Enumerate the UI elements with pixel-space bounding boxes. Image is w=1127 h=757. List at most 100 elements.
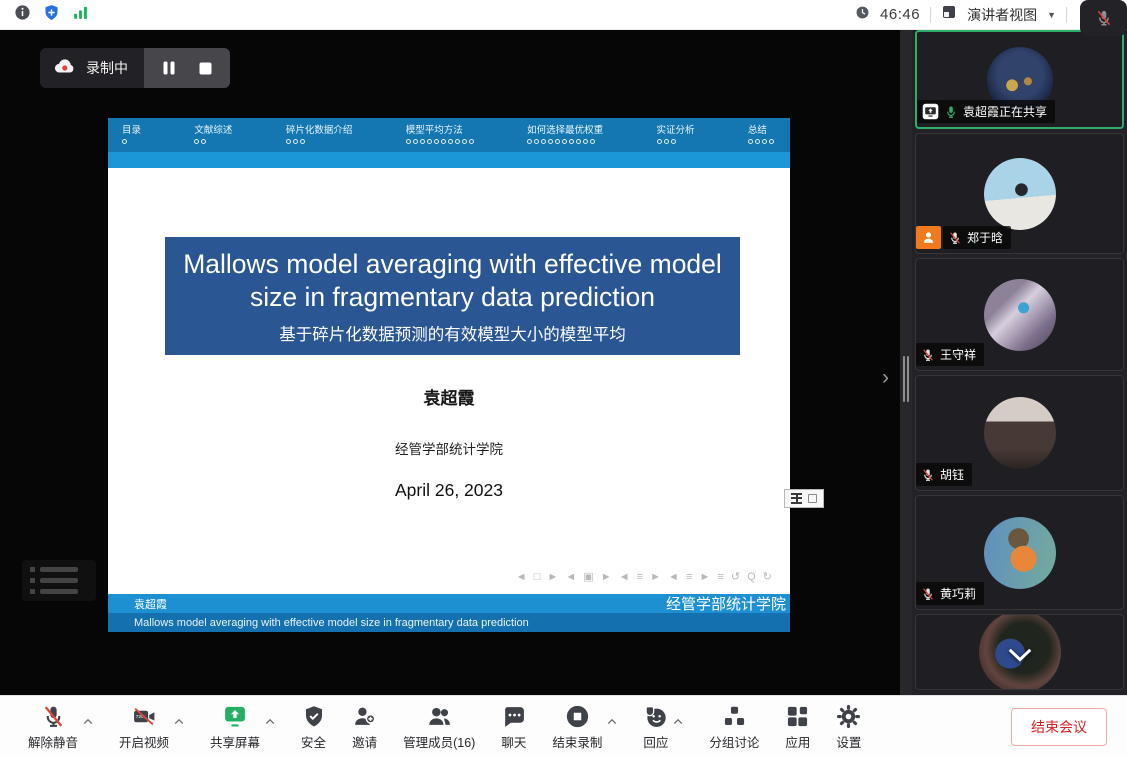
participant-tile[interactable]: 郑于晗 (915, 133, 1124, 254)
mic-on-icon (944, 105, 958, 119)
collapse-sidebar-chevron[interactable]: › (882, 366, 889, 390)
slide-nav-section-label: 实证分析 (657, 122, 695, 136)
recording-status-label: 录制中 (86, 58, 128, 78)
toolbar-button-label: 设置 (836, 732, 861, 751)
participant-name: 郑于晗 (967, 229, 1003, 246)
toolbar-shield-check-button[interactable]: 安全 (301, 703, 326, 751)
toolbar-share-screen-button[interactable]: 共享屏幕 (210, 703, 275, 751)
list-row (30, 589, 88, 594)
divider (1066, 7, 1067, 23)
slide-nav-section[interactable]: 如何选择最优权重 (527, 122, 603, 152)
slide-nav: 目录 文献综述 碎片化数据介绍 模型平均方法 如何选择最优权重 实证分析 总结 (108, 118, 790, 152)
toolbar-chat-button[interactable]: 聊天 (501, 703, 526, 751)
toolbar-chevron[interactable] (265, 712, 275, 730)
toolbar-react-button[interactable]: 回应 (643, 703, 683, 751)
participant-tile[interactable]: 胡钰 (915, 375, 1124, 491)
info-icon[interactable] (14, 4, 31, 26)
participant-label: 胡钰 (916, 463, 972, 486)
pause-recording-button[interactable] (154, 53, 184, 83)
toolbar-video-off-button[interactable]: 720 开启视频 (119, 703, 184, 751)
participant-tile[interactable] (915, 614, 1124, 690)
cloud-record-icon (53, 56, 77, 81)
chevron-down-icon[interactable]: ▼ (1047, 10, 1056, 20)
participant-tile[interactable]: 黄巧莉 (915, 495, 1124, 610)
slide-footer-bottom: Mallows model averaging with effective m… (108, 613, 790, 632)
participant-name: 胡钰 (940, 466, 964, 483)
mic-muted-icon (921, 468, 935, 482)
slide-nav-section[interactable]: 总结 (748, 122, 774, 152)
toolbar-breakout-button[interactable]: 分组讨论 (709, 703, 759, 751)
network-signal-icon[interactable] (72, 4, 89, 26)
toolbar-chevron[interactable] (607, 712, 617, 730)
settings-icon (836, 703, 861, 729)
slide-nav-section[interactable]: 模型平均方法 (406, 122, 474, 152)
avatar (984, 279, 1056, 351)
react-icon (643, 703, 668, 729)
toolbar-chevron[interactable] (83, 712, 93, 730)
slide-subtitle: 基于碎片化数据预测的有效模型大小的模型平均 (279, 321, 626, 345)
clock-icon (855, 5, 870, 25)
participant-name: 袁超霞正在共享 (963, 103, 1047, 120)
avatar (984, 397, 1056, 469)
slide-nav-section-label: 文献综述 (194, 122, 232, 136)
slide-nav-dots (122, 139, 141, 144)
chevron-up-icon[interactable] (673, 718, 683, 725)
ime-square-icon (808, 494, 817, 503)
toolbar-button-label: 安全 (301, 732, 326, 751)
toolbar-button-label: 共享屏幕 (210, 732, 260, 751)
slide-nav-section[interactable]: 碎片化数据介绍 (286, 122, 353, 152)
toolbar-settings-button[interactable]: 设置 (836, 703, 861, 751)
slide-nav-strip (108, 152, 790, 168)
slide-institution: 经管学部统计学院 (108, 438, 790, 458)
participant-label: 袁超霞正在共享 (917, 100, 1055, 123)
toolbar-invite-button[interactable]: 邀请 (352, 703, 377, 751)
toolbar-button-label: 开启视频 (119, 732, 169, 751)
slide-author: 袁超霞 (108, 384, 790, 409)
slide-nav-dots (194, 139, 232, 144)
layout-view-icon (941, 4, 957, 25)
shield-plus-icon[interactable] (43, 4, 60, 26)
end-meeting-button[interactable]: 结束会议 (1011, 708, 1107, 746)
meeting-window: 46:46 演讲者视图 ▼ 录制中 (0, 0, 1127, 757)
self-mic-muted-indicator[interactable] (1080, 0, 1127, 36)
chevron-up-icon[interactable] (174, 718, 184, 725)
toolbar-apps-button[interactable]: 应用 (785, 703, 810, 751)
chevron-up-icon[interactable] (265, 718, 275, 725)
list-row (30, 567, 88, 572)
list-row (30, 578, 88, 583)
toolbar-mic-muted-button[interactable]: 解除静音 (28, 703, 93, 751)
scroll-down-chevron[interactable] (1006, 647, 1034, 668)
slide-nav-section[interactable]: 实证分析 (657, 122, 695, 152)
slide-nav-section[interactable]: 文献综述 (194, 122, 232, 152)
slide-nav-section[interactable]: 目录 (122, 122, 141, 152)
members-icon (426, 703, 453, 729)
view-mode-switcher[interactable]: 演讲者视图 (967, 5, 1037, 25)
toolbar-stop-record-button[interactable]: 结束录制 (552, 703, 617, 751)
slide-footer-title: Mallows model averaging with effective m… (108, 617, 529, 629)
toolbar-button-label: 聊天 (501, 732, 526, 751)
video-off-icon: 720 (131, 703, 158, 729)
participant-label-row: 黄巧莉 (916, 582, 984, 605)
top-bar-status-icons (0, 4, 89, 26)
slide-nav-section-label: 如何选择最优权重 (527, 122, 603, 136)
ime-indicator[interactable] (784, 489, 824, 508)
slide-nav-dots (527, 139, 603, 144)
chevron-up-icon[interactable] (607, 718, 617, 725)
participant-tile[interactable]: 王守祥 (915, 258, 1124, 371)
divider-drag-handle[interactable] (903, 356, 909, 402)
shared-screen-stage: 录制中 目录 文献综述 碎片化数据介绍 模型平均方法 如何选择最优权重 实证分析 (0, 30, 900, 695)
breakout-icon (722, 703, 747, 729)
beamer-nav-symbols[interactable]: ◄ □ ► ◄ ▣ ► ◄ ≡ ► ◄ ≡ ► ≡ ↺ Q ↻ (516, 570, 774, 583)
participant-name: 王守祥 (940, 346, 976, 363)
participant-tile[interactable]: 袁超霞正在共享 (915, 30, 1124, 129)
annotation-list-tool[interactable] (22, 560, 96, 601)
slide-nav-dots (406, 139, 474, 144)
toolbar-members-button[interactable]: 管理成员(16) (403, 703, 475, 751)
stop-recording-button[interactable] (190, 53, 220, 83)
toolbar-chevron[interactable] (174, 712, 184, 730)
mic-muted-icon (921, 348, 935, 362)
toolbar-chevron[interactable] (673, 712, 683, 730)
mic-muted-icon (1095, 9, 1113, 27)
toolbar-button-label: 邀请 (352, 732, 377, 751)
chevron-up-icon[interactable] (83, 718, 93, 725)
